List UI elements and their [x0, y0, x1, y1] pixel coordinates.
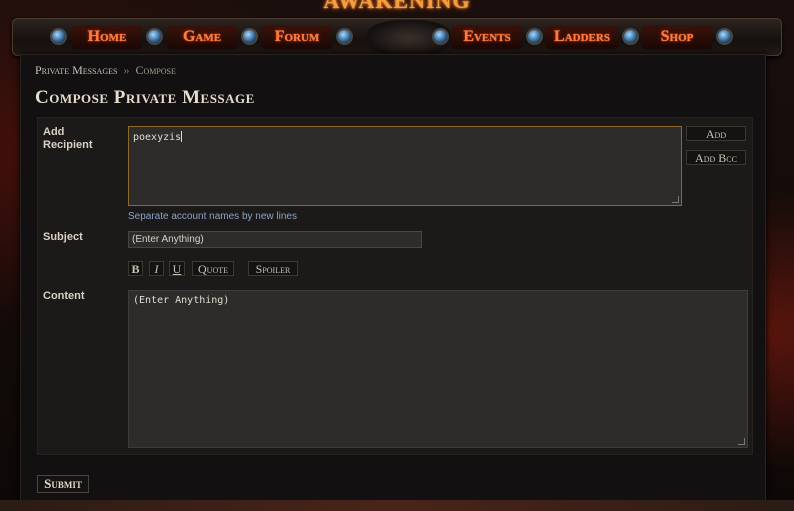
- resize-grip-icon[interactable]: [672, 196, 679, 203]
- text-caret: [181, 131, 183, 142]
- subject-label: Subject: [43, 231, 83, 243]
- content-textarea[interactable]: (Enter Anything): [128, 290, 748, 448]
- gem-icon: [148, 30, 161, 43]
- gem-icon: [624, 30, 637, 43]
- quote-button[interactable]: Quote: [192, 261, 234, 276]
- recipient-textarea[interactable]: poexyzis: [128, 126, 682, 206]
- page-title: Compose Private Message: [35, 87, 255, 108]
- underline-button[interactable]: U: [169, 261, 185, 276]
- breadcrumb-private-messages[interactable]: Private Messages: [35, 63, 117, 77]
- bold-button[interactable]: B: [128, 261, 143, 276]
- recipient-label: Add Recipient: [43, 126, 93, 151]
- submit-button[interactable]: Submit: [37, 475, 89, 493]
- breadcrumb: Private Messages » Compose: [35, 63, 176, 78]
- resize-grip-icon[interactable]: [738, 438, 745, 445]
- nav-ladders[interactable]: Ladders: [546, 25, 618, 49]
- content-panel: Private Messages » Compose Compose Private…: [20, 54, 766, 502]
- italic-button[interactable]: I: [149, 261, 164, 276]
- recipient-value: poexyzis: [133, 132, 182, 143]
- content-label: Content: [43, 290, 85, 302]
- nav-shop[interactable]: Shop: [642, 25, 712, 49]
- main-nav: Home Game Forum Events Ladders Shop: [12, 18, 782, 56]
- breadcrumb-compose: Compose: [135, 63, 176, 77]
- footer-ornament: [0, 500, 794, 511]
- add-bcc-button[interactable]: Add Bcc: [686, 150, 746, 165]
- site-logo[interactable]: AWAKENING: [322, 0, 472, 13]
- gem-icon: [718, 30, 731, 43]
- gem-icon: [243, 30, 256, 43]
- nav-home[interactable]: Home: [72, 25, 142, 49]
- spoiler-button[interactable]: Spoiler: [248, 261, 298, 276]
- compose-form: Add Recipient poexyzis Add Add Bcc Separ…: [37, 117, 753, 455]
- gem-icon: [434, 30, 447, 43]
- gem-icon: [338, 30, 351, 43]
- breadcrumb-separator: »: [123, 63, 130, 77]
- recipient-hint: Separate account names by new lines: [128, 211, 297, 222]
- add-recipient-button[interactable]: Add: [686, 126, 746, 141]
- subject-input[interactable]: (Enter Anything): [128, 231, 422, 248]
- gem-icon: [528, 30, 541, 43]
- nav-events[interactable]: Events: [452, 25, 522, 49]
- gem-icon: [52, 30, 65, 43]
- content-value: (Enter Anything): [133, 295, 230, 306]
- nav-forum[interactable]: Forum: [262, 25, 332, 49]
- nav-game[interactable]: Game: [167, 25, 237, 49]
